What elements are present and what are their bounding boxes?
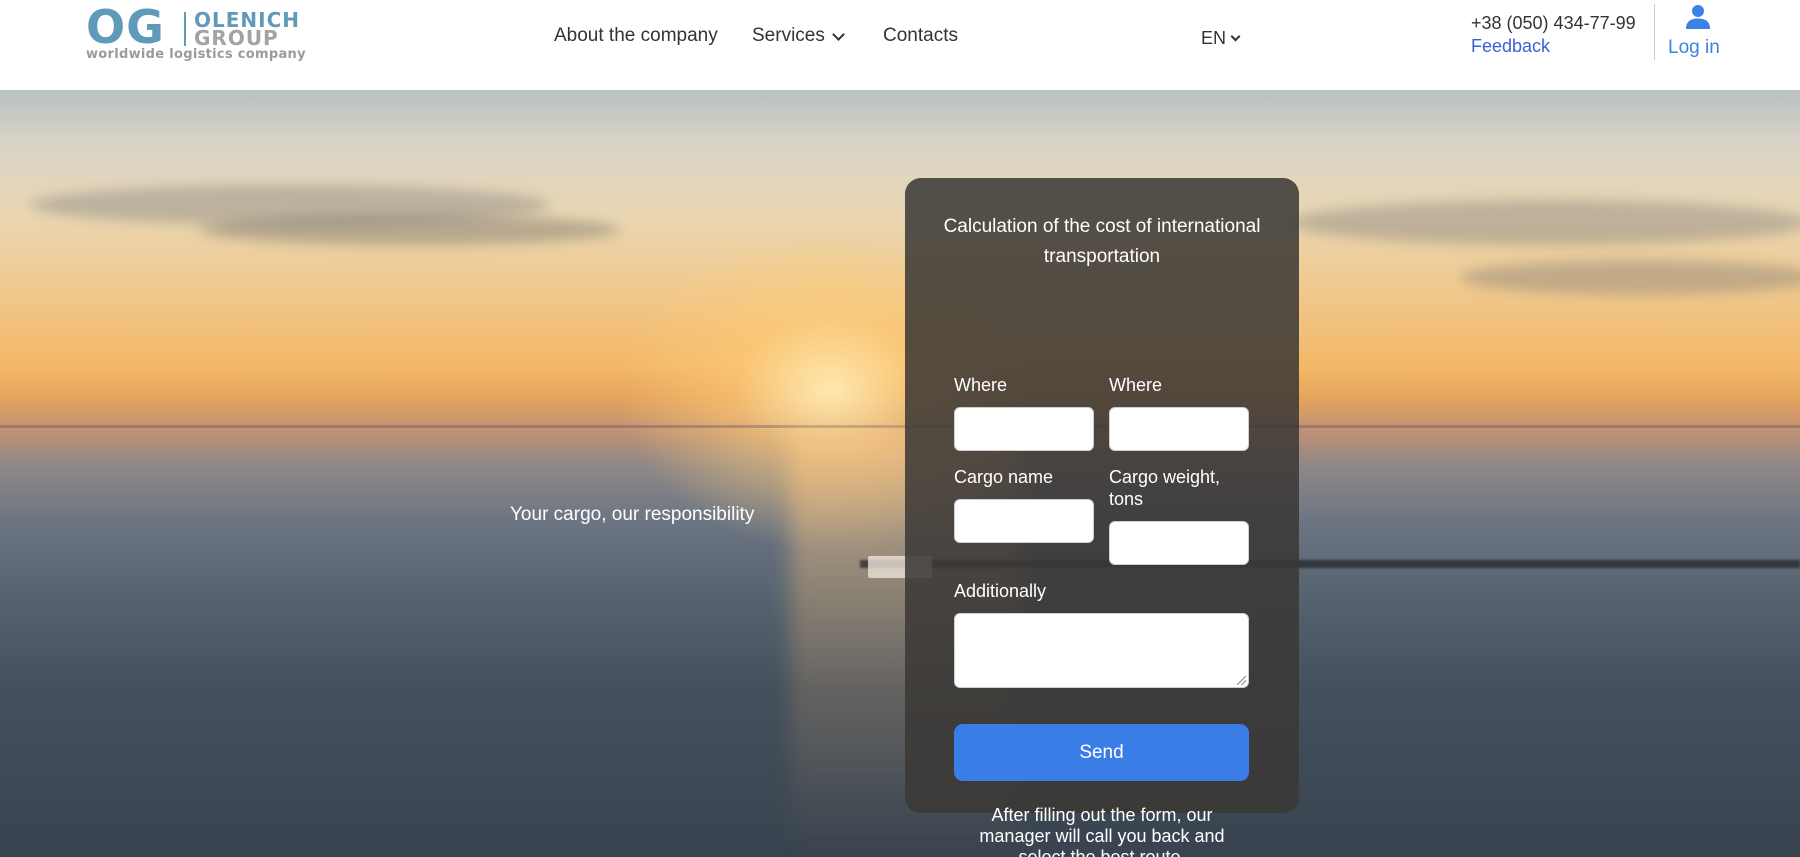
hero-section: Your cargo, our responsibility Calculati… bbox=[0, 90, 1800, 857]
additionally-label: Additionally bbox=[954, 581, 1047, 601]
resize-handle-icon[interactable] bbox=[1237, 676, 1246, 685]
logo-name-line2: GROUP bbox=[194, 26, 279, 50]
company-logo[interactable]: OG OLENICH GROUP worldwide logistics com… bbox=[86, 4, 314, 64]
to-input[interactable] bbox=[1109, 407, 1249, 451]
cloud bbox=[1290, 200, 1800, 245]
cargo-name-label: Cargo name bbox=[954, 467, 1054, 487]
feedback-link[interactable]: Feedback bbox=[1471, 36, 1550, 57]
logo-separator bbox=[184, 12, 186, 46]
logo-mark: OG bbox=[86, 0, 165, 54]
chevron-down-icon bbox=[1230, 31, 1241, 42]
nav-about-company[interactable]: About the company bbox=[554, 25, 718, 47]
additionally-textarea[interactable] bbox=[954, 613, 1249, 688]
nav-services-label: Services bbox=[752, 25, 825, 46]
to-label: Where bbox=[1109, 375, 1163, 395]
cargo-weight-input[interactable] bbox=[1109, 521, 1249, 565]
site-header: OG OLENICH GROUP worldwide logistics com… bbox=[0, 0, 1800, 90]
cargo-weight-label: Cargo weight, tons bbox=[1109, 467, 1221, 509]
header-divider bbox=[1654, 4, 1655, 60]
horizon-line bbox=[0, 425, 1800, 428]
language-selector[interactable]: EN bbox=[1201, 28, 1241, 49]
hero-tagline: Your cargo, our responsibility bbox=[510, 504, 755, 525]
language-label: EN bbox=[1201, 28, 1227, 48]
from-label: Where bbox=[954, 375, 1008, 395]
send-button[interactable]: Send bbox=[954, 724, 1249, 781]
cost-calculation-form: Calculation of the cost of international… bbox=[905, 178, 1299, 857]
login-link[interactable]: Log in bbox=[1668, 37, 1720, 59]
cargo-name-input[interactable] bbox=[954, 499, 1094, 543]
cloud bbox=[200, 215, 620, 245]
cloud bbox=[1460, 260, 1800, 295]
from-input[interactable] bbox=[954, 407, 1094, 451]
form-note: After filling out the form, our manager … bbox=[979, 805, 1225, 857]
nav-contacts[interactable]: Contacts bbox=[883, 25, 958, 47]
user-icon[interactable] bbox=[1685, 4, 1711, 30]
form-title: Calculation of the cost of international… bbox=[943, 216, 1261, 267]
phone-number[interactable]: +38 (050) 434-77-99 bbox=[1471, 13, 1636, 34]
nav-services[interactable]: Services bbox=[752, 25, 845, 47]
chevron-down-icon bbox=[832, 28, 845, 41]
logo-tagline: worldwide logistics company bbox=[86, 47, 306, 62]
